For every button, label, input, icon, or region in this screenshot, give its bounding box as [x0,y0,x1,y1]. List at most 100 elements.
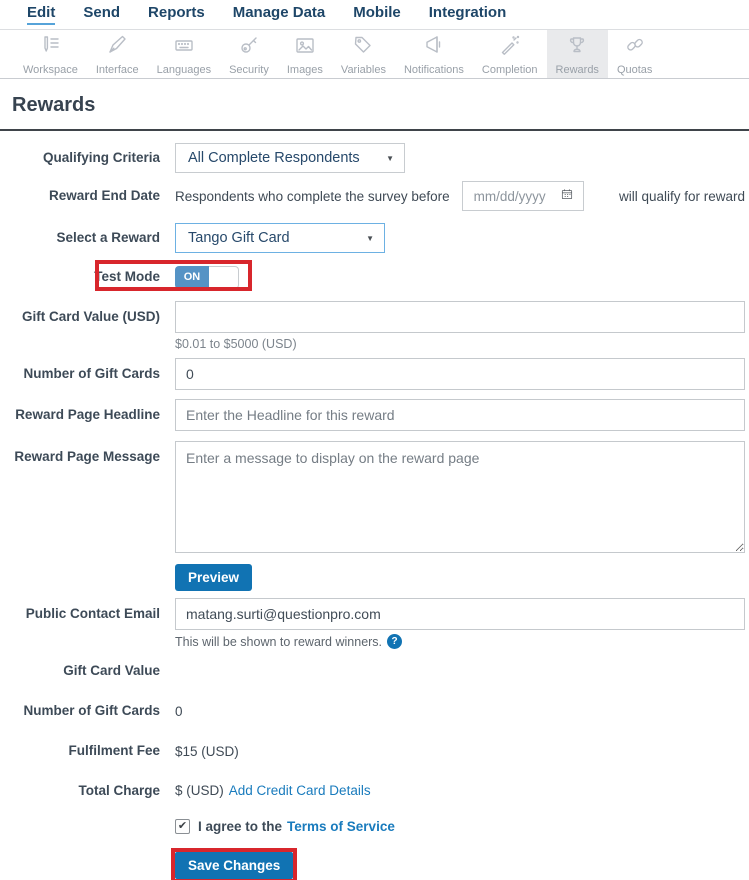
fulfilment-fee-row: Fulfilment Fee $15 (USD) [12,743,745,759]
images-icon [293,33,317,62]
add-credit-card-link[interactable]: Add Credit Card Details [229,783,371,798]
nav-item-edit[interactable]: Edit [27,5,56,25]
select-reward-label: Select a Reward [56,229,160,245]
toolbar-item-label: Interface [95,64,139,76]
toolbar-item-notifications[interactable]: Notifications [395,30,473,78]
contact-email-label: Public Contact Email [25,606,160,621]
toolbar-item-label: Rewards [555,64,599,76]
gift-card-value-row: Gift Card Value (USD) $0.01 to $5000 (US… [12,301,745,351]
gift-card-value-input[interactable] [175,301,745,333]
rewards-icon [565,33,589,62]
contact-email-input[interactable] [175,598,745,630]
toolbar-item-images[interactable]: Images [278,30,332,78]
workspace-icon [38,33,62,62]
qualifying-criteria-select[interactable]: All Complete Respondents ▼ [175,143,405,173]
fulfilment-fee-label: Fulfilment Fee [68,743,160,759]
toolbar-item-workspace[interactable]: Workspace [14,30,87,78]
toolbar-item-label: Languages [156,64,212,76]
rewards-form: Qualifying Criteria All Complete Respond… [0,131,749,880]
qualifying-criteria-value: All Complete Respondents [188,150,360,166]
toolbar-item-variables[interactable]: Variables [332,30,395,78]
top-nav: Edit Send Reports Manage Data Mobile Int… [0,0,749,29]
message-textarea[interactable] [175,441,745,553]
toolbar-item-label: Notifications [403,64,464,76]
qualifying-criteria-label: Qualifying Criteria [42,149,160,165]
preview-button[interactable]: Preview [175,564,253,591]
toolbar-item-label: Security [229,64,269,76]
save-row: Save Changes [12,847,745,880]
agree-row: I agree to the Terms of Service [12,818,745,834]
contact-email-helper-text: This will be shown to reward winners. [175,634,383,649]
toggle-handle [209,265,239,289]
reward-end-date-row: Reward End Date Respondents who complete… [12,181,745,211]
notifications-icon [422,33,446,62]
select-reward-row: Select a Reward Tango Gift Card ▼ [12,223,745,253]
message-row: Reward Page Message Preview [12,441,745,591]
message-label: Reward Page Message [14,449,160,464]
headline-row: Reward Page Headline [12,399,745,431]
help-icon[interactable] [387,634,403,649]
toolbar-item-label: Variables [340,64,386,76]
nav-item-integration[interactable]: Integration [429,5,507,25]
security-icon [237,33,261,62]
chevron-down-icon: ▼ [366,233,374,243]
settings-toolbar: Workspace Interface Languages Security I… [0,29,749,79]
toolbar-item-languages[interactable]: Languages [148,30,220,78]
toolbar-item-label: Workspace [23,64,78,76]
terms-of-service-link[interactable]: Terms of Service [287,819,395,834]
summary-gift-card-value-row: Gift Card Value [12,663,745,679]
toolbar-item-label: Completion [481,64,538,76]
date-placeholder: mm/dd/yyyy [473,188,546,204]
test-mode-toggle[interactable]: ON [175,265,239,289]
summary-number-gift-cards-value: 0 [175,703,183,719]
reward-end-date-input[interactable]: mm/dd/yyyy [461,181,584,211]
nav-item-mobile[interactable]: Mobile [353,5,401,25]
total-charge-label: Total Charge [78,782,160,798]
headline-input[interactable] [175,399,745,431]
completion-icon [498,33,522,62]
end-date-suffix-text: will qualify for reward [618,188,745,204]
chevron-down-icon: ▼ [386,153,394,163]
qualifying-criteria-row: Qualifying Criteria All Complete Respond… [12,143,745,173]
quotas-icon [623,33,647,62]
variables-icon [351,33,375,62]
summary-number-gift-cards-label: Number of Gift Cards [23,703,160,719]
reward-end-date-label: Reward End Date [48,187,160,203]
toolbar-item-completion[interactable]: Completion [473,30,547,78]
agree-text: I agree to the [198,818,283,834]
nav-item-reports[interactable]: Reports [148,5,205,25]
toolbar-item-rewards[interactable]: Rewards [546,30,608,78]
toolbar-item-interface[interactable]: Interface [87,30,148,78]
select-reward-select[interactable]: Tango Gift Card ▼ [175,223,385,253]
number-gift-cards-label: Number of Gift Cards [23,365,160,381]
toggle-on-segment: ON [175,265,209,289]
test-mode-row: Test Mode ON [12,260,745,291]
calendar-icon [560,187,574,206]
summary-gift-card-value-label: Gift Card Value [63,663,160,678]
number-gift-cards-row: Number of Gift Cards [12,358,745,390]
select-reward-value: Tango Gift Card [188,230,290,246]
headline-label: Reward Page Headline [15,406,160,422]
nav-item-send[interactable]: Send [83,5,120,25]
page-title: Rewards [12,94,96,116]
fulfilment-fee-value: $15 (USD) [175,743,239,759]
toolbar-item-label: Images [286,64,323,76]
number-gift-cards-input[interactable] [175,358,745,390]
save-changes-button[interactable]: Save Changes [175,851,294,879]
toolbar-item-quotas[interactable]: Quotas [608,30,661,78]
gift-card-value-helper: $0.01 to $5000 (USD) [175,337,297,351]
summary-number-gift-cards-row: Number of Gift Cards 0 [12,703,745,719]
contact-email-row: Public Contact Email This will be shown … [12,598,745,649]
end-date-prefix-text: Respondents who complete the survey befo… [175,188,450,204]
nav-item-manage-data[interactable]: Manage Data [233,5,326,25]
test-mode-label: Test Mode [94,268,160,284]
toolbar-item-security[interactable]: Security [220,30,278,78]
page-header: Rewards [0,79,749,131]
interface-icon [105,33,129,62]
gift-card-value-label: Gift Card Value (USD) [21,309,160,324]
save-highlight: Save Changes [171,847,298,880]
contact-email-helper: This will be shown to reward winners. [175,634,745,649]
agree-checkbox[interactable] [175,818,190,834]
total-charge-row: Total Charge $ (USD) Add Credit Card Det… [12,783,745,799]
languages-icon [172,33,196,62]
